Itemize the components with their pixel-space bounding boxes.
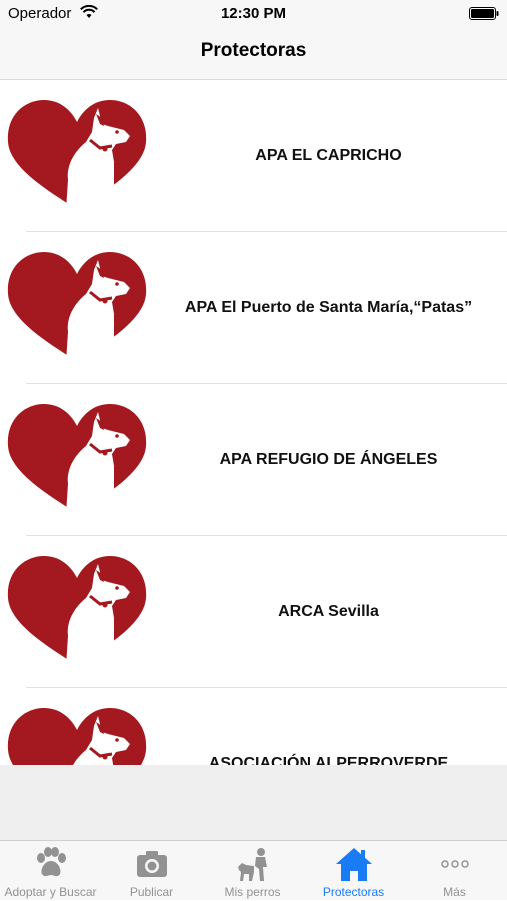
tab-label: Mis perros <box>224 885 281 899</box>
list-item[interactable]: APA El Puerto de Santa María,“Patas” <box>0 232 507 384</box>
shelter-name: APA El Puerto de Santa María,“Patas” <box>184 299 473 316</box>
tab-protectoras[interactable]: Protectoras <box>303 841 404 901</box>
empty-area <box>0 765 507 840</box>
status-bar: Operador 12:30 PM <box>0 0 507 28</box>
tab-mis-perros[interactable]: Mis perros <box>202 841 303 901</box>
shelter-list[interactable]: APA EL CAPRICHO APA El Puerto de Santa M… <box>0 80 507 765</box>
status-time: 12:30 PM <box>220 5 287 22</box>
list-item[interactable]: APA EL CAPRICHO <box>0 80 507 232</box>
battery-icon <box>469 7 499 20</box>
tab-publicar[interactable]: Publicar <box>101 841 202 901</box>
navigation-header: Operador 12:30 PM Protectoras <box>0 0 507 80</box>
list-item[interactable]: APA REFUGIO DE ÁNGELES <box>0 384 507 536</box>
heart-dog-logo <box>6 554 148 666</box>
shelter-name: ARCA Sevilla <box>278 603 379 620</box>
house-icon <box>336 848 372 881</box>
tab-mas[interactable]: Más <box>404 841 505 901</box>
shelter-name: APA EL CAPRICHO <box>255 147 402 164</box>
tab-label: Más <box>443 885 466 899</box>
camera-icon <box>137 851 167 877</box>
page-title: Protectoras <box>200 40 307 61</box>
heart-dog-logo <box>6 98 148 210</box>
tab-adoptar-y-buscar[interactable]: Adoptar y Buscar <box>0 841 101 901</box>
tab-label: Protectoras <box>322 885 385 899</box>
shelter-name: ASOCIACIÓN ALPERROVERDE <box>208 755 449 765</box>
tab-label: Publicar <box>129 885 174 899</box>
heart-dog-logo <box>6 706 148 765</box>
heart-dog-logo <box>6 250 148 362</box>
list-item[interactable]: ASOCIACIÓN ALPERROVERDE <box>0 688 507 765</box>
list-item[interactable]: ARCA Sevilla <box>0 536 507 688</box>
shelter-name: APA REFUGIO DE ÁNGELES <box>219 451 438 468</box>
paw-icon <box>37 847 66 877</box>
tab-bar: Adoptar y Buscar Publicar Mis perros Pro… <box>0 840 507 900</box>
more-icon <box>441 860 469 868</box>
person-dog-icon <box>238 848 267 881</box>
heart-dog-logo <box>6 402 148 514</box>
tab-label: Adoptar y Buscar <box>4 885 97 899</box>
